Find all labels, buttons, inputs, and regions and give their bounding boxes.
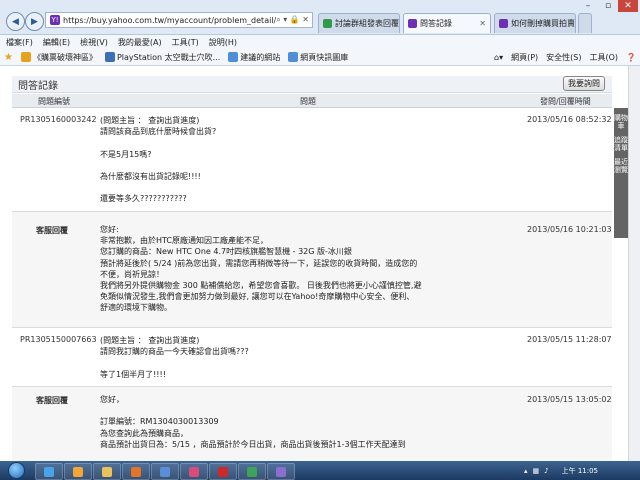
section-header <box>12 76 612 93</box>
close-window-icon[interactable]: ✕ <box>618 0 638 12</box>
ie-icon <box>44 466 54 477</box>
page-title: 問答記錄 <box>18 81 58 92</box>
back-arrow-icon: ◀ <box>12 16 19 27</box>
system-tray: ▴ ▦ ♪ 上午 11:05 <box>524 461 640 480</box>
close-tab-icon[interactable]: ✕ <box>479 19 486 28</box>
fav-icon <box>20 52 31 62</box>
tool-safety[interactable]: 安全性(S) <box>546 52 581 63</box>
col-header-id: 問題編號 <box>38 97 70 106</box>
tool-icon <box>276 466 286 477</box>
menu-tools[interactable]: 工具(T) <box>172 37 199 48</box>
fav-label: PlayStation 太空戰士穴吹... <box>116 52 221 62</box>
ask-question-button[interactable]: 我要詢問 <box>563 76 605 91</box>
opera-icon <box>218 466 228 477</box>
tool-label: 工具(O) <box>589 52 619 62</box>
tab-favicon-icon <box>323 19 332 28</box>
tab-favicon-icon <box>499 19 508 28</box>
menu-edit[interactable]: 編輯(E) <box>43 37 70 48</box>
taskbar-tool-button[interactable] <box>267 463 295 480</box>
reply-time: 2013/05/15 13:05:02 <box>527 395 612 404</box>
volume-icon[interactable]: ♪ <box>544 467 548 475</box>
question-time: 2013/05/15 11:28:07 <box>527 335 612 344</box>
fav-item-3[interactable]: 網頁快訊圖庫 <box>288 52 348 63</box>
forward-arrow-icon: ▶ <box>31 16 38 27</box>
paint-icon <box>189 466 199 477</box>
url-text[interactable]: https://buy.yahoo.com.tw/myaccount/probl… <box>63 16 276 25</box>
taskbar-paint-button[interactable] <box>180 463 208 480</box>
home-icon[interactable]: ⌂▾ <box>494 53 503 62</box>
fav-item-0[interactable]: 《購票破壞神區》 <box>20 52 97 63</box>
fav-icon <box>288 52 299 62</box>
menu-help[interactable]: 說明(H) <box>209 37 237 48</box>
reply-text: 您好， 訂單編號：RM1304030013309 為您查詢此為預購商品， 商品預… <box>100 395 406 449</box>
col-header-question: 問題 <box>300 97 316 106</box>
tray-arrow-icon[interactable]: ▴ <box>524 467 528 475</box>
tab-label: 如何刪掉購買拍賣存... <box>511 19 575 28</box>
windows-logo-icon <box>7 462 25 479</box>
media-app-icon <box>247 466 257 477</box>
firefox-icon <box>131 466 141 477</box>
fav-label: 建議的網站 <box>240 52 281 62</box>
tool-label: 安全性(S) <box>546 52 582 62</box>
clock[interactable]: 上午 11:05 <box>562 466 598 476</box>
question-id: PR1305150007663 <box>20 335 97 344</box>
tool-page[interactable]: 網頁(P) <box>511 52 538 63</box>
tab-label: 討論群組發表回覆 <box>335 19 399 28</box>
question-id: PR1305160003242 <box>20 115 97 124</box>
address-bar[interactable]: Y! https://buy.yahoo.com.tw/myaccount/pr… <box>45 12 313 28</box>
favorites-star-icon[interactable]: ★ <box>4 52 13 63</box>
question-text: (問題主旨 ： 查詢出貨進度) 請問該商品到底什麼時候會出貨? 不是5月15嗎?… <box>100 116 217 204</box>
menu-bar: 檔案(F) 編輯(E) 檢視(V) 我的最愛(A) 工具(T) 說明(H) <box>0 35 640 49</box>
fav-icon <box>104 52 115 62</box>
maximize-icon[interactable]: ▫ <box>598 0 618 12</box>
forward-button[interactable]: ▶ <box>25 12 44 31</box>
yahoo-favicon-icon: Y! <box>50 15 60 25</box>
reply-label: 客服回覆 <box>36 226 68 235</box>
start-button[interactable] <box>5 461 27 480</box>
address-tools[interactable]: ⌕ ▾ 🔒 ✕ <box>276 15 312 25</box>
question-text: (問題主旨 ： 查詢出貨進度) 請問我訂購的商品一今天確認會出貨嗎??? 等了1… <box>100 336 249 379</box>
network-icon[interactable]: ▦ <box>533 467 540 475</box>
side-tab-recent[interactable]: 最近瀏覽 <box>614 158 628 174</box>
media-player-icon <box>73 466 83 477</box>
folder-icon <box>102 466 112 477</box>
reply-text: 您好: 非常抱歉，由於HTC原廠通知因工廠產能不足， 您訂購的商品：New HT… <box>100 225 422 313</box>
taskbar-opera-button[interactable] <box>209 463 237 480</box>
tab-favicon-icon <box>408 19 417 28</box>
side-floating-tabs: 購物車 追蹤清單 最近瀏覽 <box>614 108 628 238</box>
menu-favorites[interactable]: 我的最愛(A) <box>118 37 162 48</box>
tool-label: 網頁(P) <box>511 52 539 62</box>
side-tab-cart[interactable]: 購物車 <box>614 114 628 130</box>
reply-time: 2013/05/16 10:21:03 <box>527 225 612 234</box>
menu-file[interactable]: 檔案(F) <box>6 37 33 48</box>
taskbar-explorer-button[interactable] <box>93 463 121 480</box>
favorites-bar: ★ 《購票破壞神區》 PlayStation 太空戰士穴吹... 建議的網站 網… <box>0 49 640 66</box>
new-tab-button[interactable] <box>578 13 592 33</box>
question-time: 2013/05/16 08:52:32 <box>527 115 612 124</box>
back-button[interactable]: ◀ <box>6 12 25 31</box>
tab-0[interactable]: 討論群組發表回覆 <box>318 13 400 33</box>
vertical-scrollbar[interactable] <box>628 66 640 461</box>
taskbar-ie-button[interactable] <box>35 463 63 480</box>
reply-label: 客服回覆 <box>36 396 68 405</box>
col-header-time: 發問/回覆時間 <box>540 97 591 106</box>
minimize-icon[interactable]: – <box>578 0 598 12</box>
help-icon[interactable]: ❓ <box>626 53 636 62</box>
fav-item-1[interactable]: PlayStation 太空戰士穴吹... <box>104 52 221 63</box>
fav-label: 《購票破壞神區》 <box>32 52 97 62</box>
taskbar-app-button[interactable] <box>151 463 179 480</box>
tab-1[interactable]: 問答記錄 ✕ <box>403 13 491 33</box>
tab-2[interactable]: 如何刪掉購買拍賣存... <box>494 13 576 33</box>
menu-view[interactable]: 檢視(V) <box>80 37 108 48</box>
tab-label: 問答記錄 <box>420 19 452 28</box>
fav-item-2[interactable]: 建議的網站 <box>228 52 280 63</box>
taskbar-media-button[interactable] <box>64 463 92 480</box>
app-icon <box>160 466 170 477</box>
taskbar-firefox-button[interactable] <box>122 463 150 480</box>
fav-icon <box>228 52 239 62</box>
tool-tools[interactable]: 工具(O) <box>589 52 618 63</box>
side-tab-watchlist[interactable]: 追蹤清單 <box>614 136 628 152</box>
taskbar-media-app-button[interactable] <box>238 463 266 480</box>
fav-label: 網頁快訊圖庫 <box>300 52 349 62</box>
